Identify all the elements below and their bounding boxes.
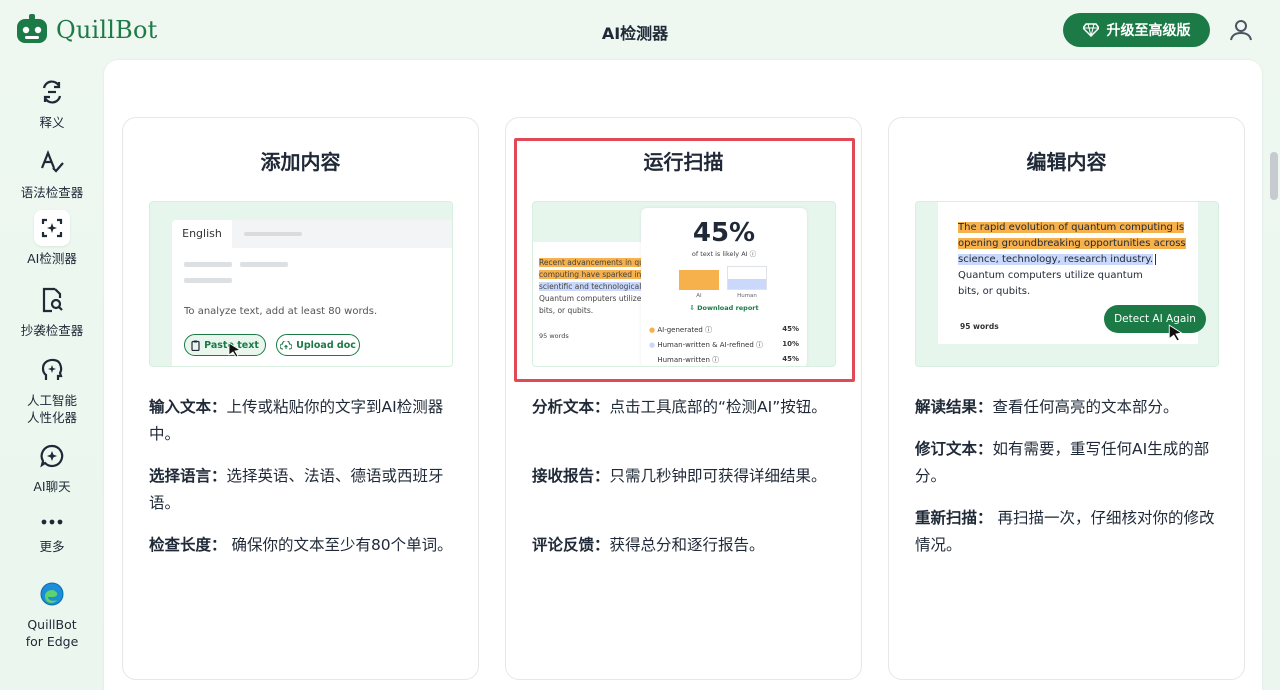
sidebar-item-label: 抄袭检查器 [20, 323, 84, 338]
more-icon [34, 510, 70, 534]
sidebar-item-humanizer[interactable]: 人工智能 人性化器 [0, 352, 104, 426]
sidebar-item-label: QuillBot for Edge [25, 617, 79, 649]
sidebar-item-plagiarism[interactable]: 抄袭检查器 [0, 282, 104, 339]
user-account-icon[interactable] [1228, 17, 1254, 43]
placeholder-line [240, 262, 288, 267]
sidebar-item-label: 人工智能 人性化器 [26, 393, 77, 425]
placeholder-line [184, 262, 232, 267]
sidebar-item-more[interactable]: 更多 [0, 510, 104, 555]
sidebar-item-label: AI聊天 [33, 479, 71, 494]
app-header: QuillBot AI检测器 升级至高级版 [0, 0, 1280, 60]
sidebar-item-ai-chat[interactable]: AI聊天 [0, 438, 104, 495]
step-description: 重新扫描： 再扫描一次，仔细核对你的修改情况。 [915, 509, 1215, 554]
detect-ai-again-button[interactable]: Detect AI Again [1104, 305, 1206, 333]
sidebar-item-label: 释义 [39, 115, 65, 130]
paste-text-button[interactable]: Paste text [184, 334, 266, 356]
upgrade-button[interactable]: 升级至高级版 [1063, 13, 1210, 47]
edited-text-mock: The rapid evolution of quantum computing… [938, 202, 1206, 344]
step-description: 接收报告：只需几秒钟即可获得详细结果。 [532, 467, 827, 485]
add-content-illustration: English To analyze text, add at least 80… [149, 201, 453, 367]
sidebar-item-grammar[interactable]: 语法检查器 [0, 144, 104, 201]
card-title: 添加内容 [260, 150, 341, 174]
humanizer-icon [34, 352, 70, 388]
sidebar-item-ai-detector[interactable]: AI检测器 [0, 210, 104, 267]
paraphrase-icon [34, 74, 70, 110]
edge-icon [34, 576, 70, 612]
step-description: 解读结果：查看任何高亮的文本部分。 [915, 398, 1179, 416]
clipboard-icon [191, 340, 200, 351]
step-description: 修订文本：如有需要，重写任何AI生成的部分。 [915, 440, 1210, 485]
plagiarism-icon [34, 282, 70, 318]
sidebar-item-edge-extension[interactable]: QuillBot for Edge [0, 576, 104, 650]
edit-content-illustration: The rapid evolution of quantum computing… [915, 201, 1219, 367]
selection-highlight-box [514, 138, 855, 382]
card-title: 编辑内容 [1026, 150, 1107, 174]
ai-chat-icon [34, 438, 70, 474]
language-tab: English [172, 220, 232, 248]
step-description: 选择语言：选择英语、法语、德语或西班牙语。 [149, 467, 444, 512]
word-count: 95 words [960, 322, 999, 331]
cloud-upload-icon [280, 340, 293, 350]
mouse-cursor-icon [228, 342, 242, 358]
step-description: 评论反馈：获得总分和逐行报告。 [532, 536, 765, 554]
placeholder-line [184, 278, 232, 283]
upload-label: Upload doc [296, 339, 356, 351]
tab-bar [232, 220, 452, 248]
sidebar-item-label: 更多 [39, 539, 65, 554]
mouse-cursor-icon [1168, 324, 1183, 342]
word-hint: To analyze text, add at least 80 words. [184, 306, 378, 317]
editor-mock: English To analyze text, add at least 80… [172, 220, 452, 366]
step-card-add-content: 添加内容 English To analyze text, add at lea… [122, 117, 479, 680]
grammar-icon [34, 144, 70, 180]
step-description: 检查长度： 确保你的文本至少有80个单词。 [149, 536, 453, 554]
upload-doc-button[interactable]: Upload doc [276, 334, 360, 356]
sidebar-item-label: 语法检查器 [20, 185, 84, 200]
diamond-icon [1082, 23, 1099, 37]
step-description: 分析文本：点击工具底部的“检测AI”按钮。 [532, 398, 827, 416]
upgrade-label: 升级至高级版 [1106, 23, 1191, 39]
page-scrollbar[interactable] [1270, 152, 1278, 200]
sidebar-item-paraphraser[interactable]: 释义 [0, 74, 104, 131]
step-card-edit-content: 编辑内容 The rapid evolution of quantum comp… [888, 117, 1245, 680]
sidebar-item-label: AI检测器 [27, 251, 77, 266]
step-description: 输入文本：上传或粘贴你的文字到AI检测器中。 [149, 398, 444, 443]
ai-detector-icon [34, 210, 70, 246]
